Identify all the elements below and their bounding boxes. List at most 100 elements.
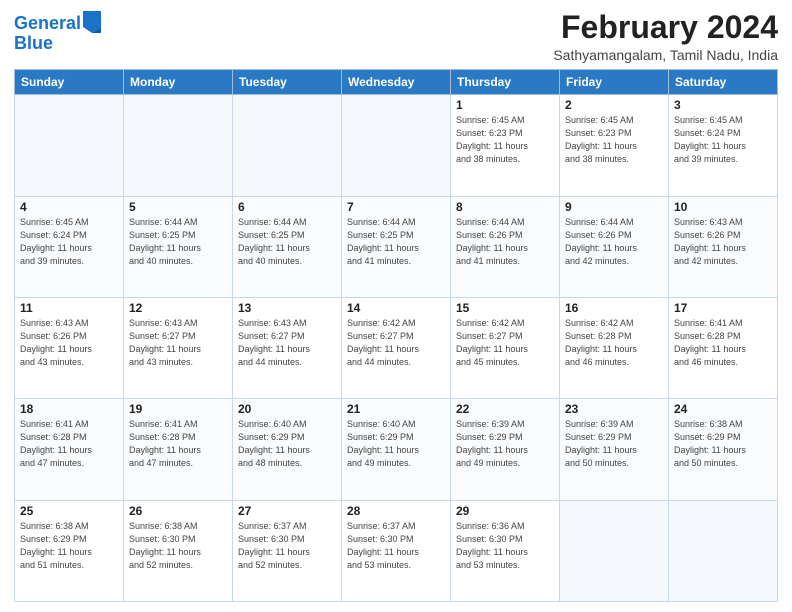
header: General Blue February 2024 Sathyamangala… [14, 10, 778, 63]
col-tuesday: Tuesday [233, 70, 342, 95]
calendar-cell: 23 Sunrise: 6:39 AM Sunset: 6:29 PM Dayli… [560, 399, 669, 500]
calendar-cell: 11 Sunrise: 6:43 AM Sunset: 6:26 PM Dayli… [15, 297, 124, 398]
calendar-header-row: Sunday Monday Tuesday Wednesday Thursday… [15, 70, 778, 95]
calendar-cell: 3 Sunrise: 6:45 AM Sunset: 6:24 PM Daylig… [669, 95, 778, 196]
calendar-week-3: 11 Sunrise: 6:43 AM Sunset: 6:26 PM Dayli… [15, 297, 778, 398]
day-info: Sunrise: 6:38 AM Sunset: 6:30 PM Dayligh… [129, 520, 227, 572]
calendar-cell [124, 95, 233, 196]
day-info: Sunrise: 6:41 AM Sunset: 6:28 PM Dayligh… [674, 317, 772, 369]
calendar-cell: 10 Sunrise: 6:43 AM Sunset: 6:26 PM Dayli… [669, 196, 778, 297]
day-info: Sunrise: 6:43 AM Sunset: 6:26 PM Dayligh… [674, 216, 772, 268]
calendar-cell [560, 500, 669, 601]
calendar-cell: 6 Sunrise: 6:44 AM Sunset: 6:25 PM Daylig… [233, 196, 342, 297]
calendar-cell: 5Sunrise: 6:44 AM Sunset: 6:25 PM Daylig… [124, 196, 233, 297]
day-info: Sunrise: 6:43 AM Sunset: 6:27 PM Dayligh… [129, 317, 227, 369]
col-wednesday: Wednesday [342, 70, 451, 95]
calendar-cell: 4 Sunrise: 6:45 AM Sunset: 6:24 PM Daylig… [15, 196, 124, 297]
calendar-week-5: 25Sunrise: 6:38 AM Sunset: 6:29 PM Dayli… [15, 500, 778, 601]
day-number: 4 [20, 200, 118, 214]
day-number: 20 [238, 402, 336, 416]
day-number: 28 [347, 504, 445, 518]
day-number: 6 [238, 200, 336, 214]
calendar-cell [233, 95, 342, 196]
col-monday: Monday [124, 70, 233, 95]
day-number: 22 [456, 402, 554, 416]
day-number: 23 [565, 402, 663, 416]
day-number: 9 [565, 200, 663, 214]
day-number: 29 [456, 504, 554, 518]
day-number: 21 [347, 402, 445, 416]
logo: General Blue [14, 14, 101, 54]
day-number: 1 [456, 98, 554, 112]
calendar-cell: 28 Sunrise: 6:37 AM Sunset: 6:30 PM Dayli… [342, 500, 451, 601]
day-number: 15 [456, 301, 554, 315]
day-number: 7 [347, 200, 445, 214]
day-number: 11 [20, 301, 118, 315]
day-number: 19 [129, 402, 227, 416]
day-info: Sunrise: 6:36 AM Sunset: 6:30 PM Dayligh… [456, 520, 554, 572]
day-info: Sunrise: 6:39 AM Sunset: 6:29 PM Dayligh… [456, 418, 554, 470]
day-info: Sunrise: 6:42 AM Sunset: 6:28 PM Dayligh… [565, 317, 663, 369]
day-number: 24 [674, 402, 772, 416]
day-info: Sunrise: 6:41 AM Sunset: 6:28 PM Dayligh… [129, 418, 227, 470]
calendar-cell [669, 500, 778, 601]
day-info: Sunrise: 6:40 AM Sunset: 6:29 PM Dayligh… [238, 418, 336, 470]
col-saturday: Saturday [669, 70, 778, 95]
day-info: Sunrise: 6:44 AM Sunset: 6:26 PM Dayligh… [456, 216, 554, 268]
day-info: Sunrise: 6:38 AM Sunset: 6:29 PM Dayligh… [674, 418, 772, 470]
calendar-cell: 7 Sunrise: 6:44 AM Sunset: 6:25 PM Daylig… [342, 196, 451, 297]
calendar-cell [15, 95, 124, 196]
day-info: Sunrise: 6:43 AM Sunset: 6:27 PM Dayligh… [238, 317, 336, 369]
calendar-cell: 18 Sunrise: 6:41 AM Sunset: 6:28 PM Dayli… [15, 399, 124, 500]
day-number: 8 [456, 200, 554, 214]
calendar-cell: 9 Sunrise: 6:44 AM Sunset: 6:26 PM Daylig… [560, 196, 669, 297]
day-info: Sunrise: 6:45 AM Sunset: 6:24 PM Dayligh… [674, 114, 772, 166]
day-info: Sunrise: 6:44 AM Sunset: 6:26 PM Dayligh… [565, 216, 663, 268]
calendar-cell: 26 Sunrise: 6:38 AM Sunset: 6:30 PM Dayli… [124, 500, 233, 601]
title-block: February 2024 Sathyamangalam, Tamil Nadu… [553, 10, 778, 63]
day-info: Sunrise: 6:37 AM Sunset: 6:30 PM Dayligh… [238, 520, 336, 572]
logo-text-line2: Blue [14, 34, 101, 54]
day-number: 13 [238, 301, 336, 315]
calendar-cell: 12Sunrise: 6:43 AM Sunset: 6:27 PM Dayli… [124, 297, 233, 398]
day-number: 18 [20, 402, 118, 416]
calendar-cell: 17 Sunrise: 6:41 AM Sunset: 6:28 PM Dayli… [669, 297, 778, 398]
calendar-cell: 1 Sunrise: 6:45 AM Sunset: 6:23 PM Daylig… [451, 95, 560, 196]
day-number: 16 [565, 301, 663, 315]
day-number: 26 [129, 504, 227, 518]
calendar-cell: 14 Sunrise: 6:42 AM Sunset: 6:27 PM Dayli… [342, 297, 451, 398]
calendar-week-4: 18 Sunrise: 6:41 AM Sunset: 6:28 PM Dayli… [15, 399, 778, 500]
day-info: Sunrise: 6:45 AM Sunset: 6:23 PM Dayligh… [565, 114, 663, 166]
day-info: Sunrise: 6:44 AM Sunset: 6:25 PM Dayligh… [347, 216, 445, 268]
calendar-subtitle: Sathyamangalam, Tamil Nadu, India [553, 47, 778, 63]
calendar-cell: 15Sunrise: 6:42 AM Sunset: 6:27 PM Dayli… [451, 297, 560, 398]
calendar-cell: 21 Sunrise: 6:40 AM Sunset: 6:29 PM Dayli… [342, 399, 451, 500]
calendar-cell: 19 Sunrise: 6:41 AM Sunset: 6:28 PM Dayli… [124, 399, 233, 500]
calendar-cell: 2 Sunrise: 6:45 AM Sunset: 6:23 PM Daylig… [560, 95, 669, 196]
day-number: 14 [347, 301, 445, 315]
day-info: Sunrise: 6:40 AM Sunset: 6:29 PM Dayligh… [347, 418, 445, 470]
day-number: 2 [565, 98, 663, 112]
day-info: Sunrise: 6:45 AM Sunset: 6:23 PM Dayligh… [456, 114, 554, 166]
day-info: Sunrise: 6:41 AM Sunset: 6:28 PM Dayligh… [20, 418, 118, 470]
day-number: 27 [238, 504, 336, 518]
calendar-cell: 25Sunrise: 6:38 AM Sunset: 6:29 PM Dayli… [15, 500, 124, 601]
calendar-cell: 29 Sunrise: 6:36 AM Sunset: 6:30 PM Dayli… [451, 500, 560, 601]
day-info: Sunrise: 6:39 AM Sunset: 6:29 PM Dayligh… [565, 418, 663, 470]
calendar-cell: 20 Sunrise: 6:40 AM Sunset: 6:29 PM Dayli… [233, 399, 342, 500]
day-info: Sunrise: 6:44 AM Sunset: 6:25 PM Dayligh… [238, 216, 336, 268]
day-number: 10 [674, 200, 772, 214]
calendar-table: Sunday Monday Tuesday Wednesday Thursday… [14, 69, 778, 602]
day-info: Sunrise: 6:43 AM Sunset: 6:26 PM Dayligh… [20, 317, 118, 369]
day-info: Sunrise: 6:37 AM Sunset: 6:30 PM Dayligh… [347, 520, 445, 572]
calendar-cell: 22 Sunrise: 6:39 AM Sunset: 6:29 PM Dayli… [451, 399, 560, 500]
calendar-cell: 24 Sunrise: 6:38 AM Sunset: 6:29 PM Dayli… [669, 399, 778, 500]
col-friday: Friday [560, 70, 669, 95]
day-info: Sunrise: 6:42 AM Sunset: 6:27 PM Dayligh… [347, 317, 445, 369]
day-number: 3 [674, 98, 772, 112]
calendar-cell: 27 Sunrise: 6:37 AM Sunset: 6:30 PM Dayli… [233, 500, 342, 601]
calendar-cell: 13 Sunrise: 6:43 AM Sunset: 6:27 PM Dayli… [233, 297, 342, 398]
day-info: Sunrise: 6:45 AM Sunset: 6:24 PM Dayligh… [20, 216, 118, 268]
col-thursday: Thursday [451, 70, 560, 95]
day-number: 17 [674, 301, 772, 315]
